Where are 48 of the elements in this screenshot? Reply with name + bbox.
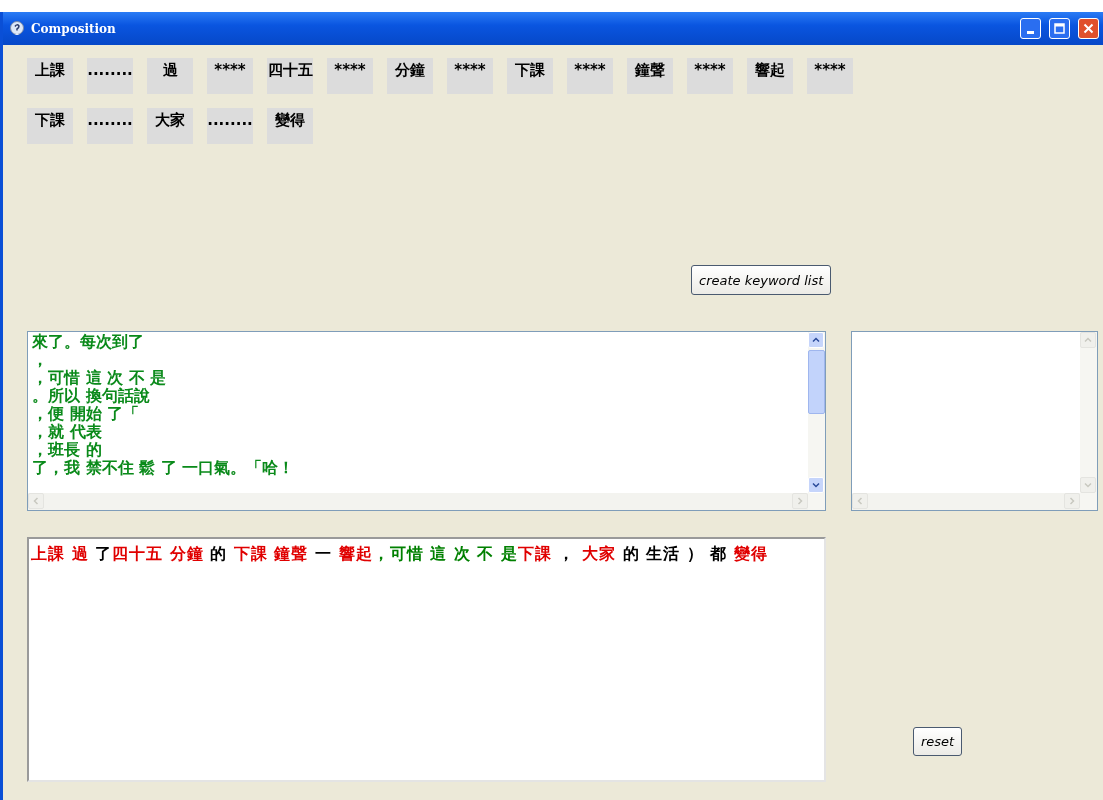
keyword-tile: 鐘聲	[627, 58, 673, 94]
minimize-icon	[1027, 31, 1034, 34]
reset-button[interactable]: reset	[913, 727, 963, 756]
close-button[interactable]	[1078, 18, 1099, 39]
text-line: ，就 代表	[32, 423, 103, 441]
help-icon	[9, 20, 25, 37]
text-line: 來了。每次到了	[32, 333, 145, 351]
minimize-button[interactable]	[1020, 18, 1041, 39]
keyword-tile: 變得	[267, 108, 313, 144]
keyword-list-area[interactable]	[851, 331, 1098, 511]
keyword-tile: ****	[567, 58, 613, 94]
keyword-tile: ****	[687, 58, 733, 94]
keyword-tile: ****	[327, 58, 373, 94]
scroll-left-button[interactable]	[28, 493, 44, 509]
keyword-tile: 四十五	[267, 58, 313, 94]
keyword-tile: 分鐘	[387, 58, 433, 94]
text-line: ，便 開始 了「	[32, 405, 141, 423]
scroll-thumb[interactable]	[808, 350, 825, 414]
keyword-tile: 下課	[27, 108, 73, 144]
text-line: ，班長 的	[32, 441, 103, 459]
window-title: Composition	[31, 21, 117, 36]
text-line: ，可惜 這 次 不 是	[32, 369, 168, 387]
maximize-button[interactable]	[1049, 18, 1070, 39]
source-text-area[interactable]: 來了。每次到了 ， ，可惜 這 次 不 是 。所以 換句話說 ，便 開始 了「 ，就 代表 ，班長 的 了，我 禁不住 鬆 了 一口氣。「哈！	[27, 331, 826, 511]
create-keyword-list-button[interactable]: create keyword list	[691, 265, 832, 295]
composition-text: 上課 過 了 四十五 分鐘 的 下課 鐘聲 一 響起，可惜 這 次 不 是下課 ， 大家 的 生活 ） 都 變得	[31, 544, 768, 563]
keyword-tile: 下課	[507, 58, 553, 94]
text-line: 。所以 換句話說	[32, 387, 151, 405]
text-line: 了，我 禁不住 鬆 了 一口氣。「哈！	[32, 459, 296, 477]
composition-text-area[interactable]: 上課 過 了 四十五 分鐘 的 下課 鐘聲 一 響起，可惜 這 次 不 是下課 ， 大家 的 生活 ） 都 變得	[27, 537, 826, 782]
keyword-tile: 上課	[27, 58, 73, 94]
scroll-right-button[interactable]	[1064, 493, 1080, 509]
horizontal-scrollbar[interactable]	[852, 493, 1080, 510]
maximize-icon	[1054, 23, 1065, 34]
keyword-tile: ****	[807, 58, 853, 94]
keyword-tile: 過	[147, 58, 193, 94]
scroll-left-button[interactable]	[852, 493, 868, 509]
keyword-tile: ****	[447, 58, 493, 94]
close-icon	[1083, 23, 1094, 34]
keyword-tile: ........	[87, 108, 133, 144]
text-line: ，	[32, 351, 48, 369]
vertical-scrollbar[interactable]	[808, 332, 825, 510]
horizontal-scrollbar[interactable]	[28, 493, 808, 510]
keyword-tile: 大家	[147, 108, 193, 144]
keyword-tile: ****	[207, 58, 253, 94]
keyword-tile: ........	[87, 58, 133, 94]
keyword-tile: ........	[207, 108, 253, 144]
keyword-tile: 響起	[747, 58, 793, 94]
